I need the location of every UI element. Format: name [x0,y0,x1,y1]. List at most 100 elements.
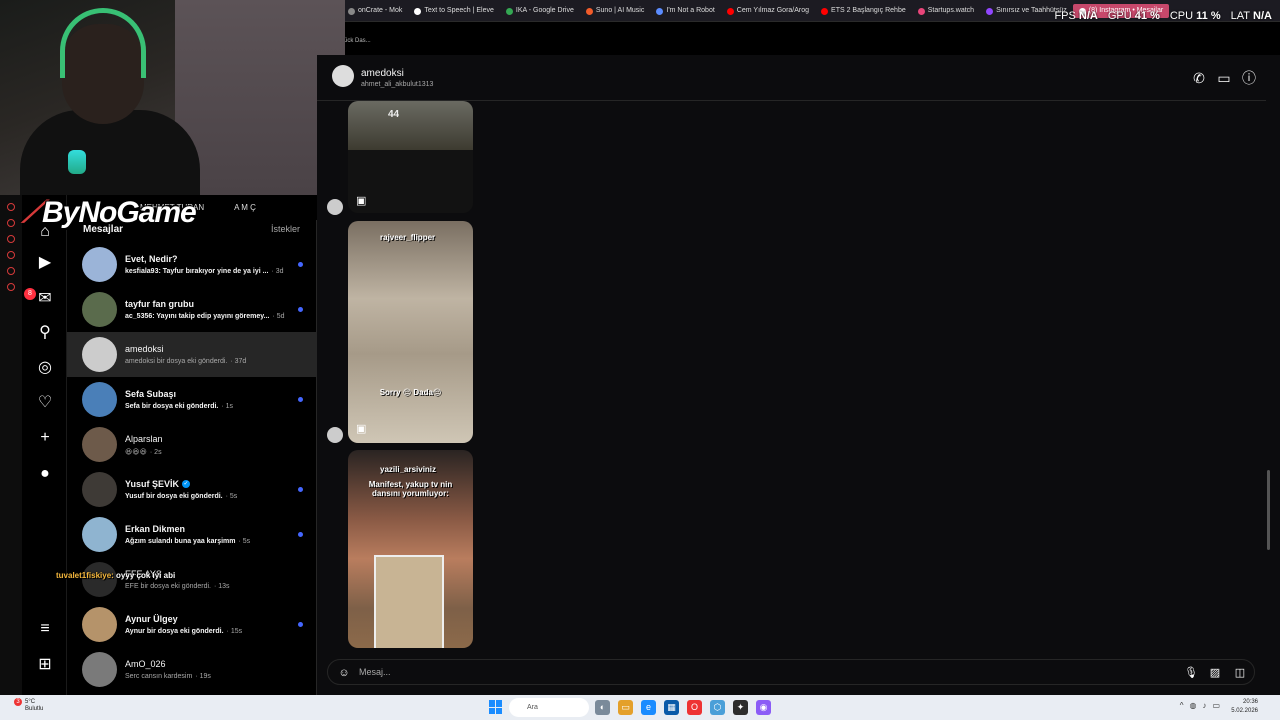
gallery-icon[interactable]: ▨ [1207,665,1223,681]
conversation-item[interactable]: amedoksi amedoksi bir dosya eki gönderdi.… [67,332,317,377]
conversation-text: Sefa Subaşı Sefa bir dosya eki gönderdi. ·… [125,389,233,410]
messages-icon[interactable]: ✉ [36,290,54,308]
bookmark-item[interactable]: Kick Das... [342,38,371,44]
avatar[interactable] [332,65,354,87]
conversation-item[interactable]: tayfur fan grubu ac_5356: Yayını takip ed… [67,287,317,332]
sidebar-app-icon[interactable] [7,219,15,227]
scrollbar-thumb[interactable] [1267,470,1270,550]
browser-tab[interactable]: I'm Not a Robot [650,4,720,18]
preview-text: Sefa bir dosya eki gönderdi. [125,403,219,410]
volume-icon[interactable]: ♪ [1202,701,1206,710]
conversation-preview: Sefa bir dosya eki gönderdi. · 1s [125,403,233,410]
taskbar-app-icon[interactable]: ✦ [733,700,748,715]
favicon-icon [414,7,422,15]
network-icon[interactable]: ◍ [1189,701,1196,710]
browser-tab[interactable]: ETS 2 Başlangıç Rehbe [815,4,912,18]
explore-icon[interactable]: ◎ [36,359,54,377]
conversation-preview: Serc cansın kardesim · 19s [125,673,211,680]
conversation-time: · 5s [225,493,238,500]
edge-icon[interactable]: e [641,700,656,715]
menu-icon[interactable]: ≡ [36,620,54,638]
taskbar-app-icon[interactable]: ⬡ [710,700,725,715]
create-icon[interactable]: + [36,429,54,447]
sticker-icon[interactable]: ◫ [1232,665,1248,681]
conversation-panel: Mesajlar İstekler Evet, Nedir? kesfiala93… [67,220,317,695]
conversation-name: Yusuf ŞEVİK ✓ [125,479,237,489]
gpu-stat: GPU 41 % [1107,10,1160,22]
conversation-preview: ac_5356: Yayını takip edip yayını göreme… [125,313,285,320]
chat-contact-username: ahmet_ali_akbulut1313 [361,81,434,88]
favicon-icon [986,7,994,15]
heart-icon[interactable]: ♡ [36,394,54,412]
scrollbar[interactable] [1266,55,1280,695]
favicon-icon [917,7,925,15]
conversation-item[interactable]: Erkan Dikmen Ağzım sulandı buna yaa karşi… [67,512,317,557]
conversation-item[interactable]: Alparslan 😆😆😆 · 2s [67,422,317,467]
preview-text: EFE bir dosya eki gönderdi. [125,583,211,590]
conversation-item[interactable]: Aynur Ülgey Aynur bir dosya eki gönderdi.… [67,602,317,647]
message-input[interactable]: Mesaj... [359,667,391,677]
video-call-icon[interactable]: ▭ [1215,69,1233,87]
conversation-text: Aynur Ülgey Aynur bir dosya eki gönderdi.… [125,614,242,635]
taskbar-app-icon[interactable]: ◉ [756,700,771,715]
tab-label: onCrate - Mok [358,7,403,14]
tab-label: Cem Yılmaz Gora/Arog [736,7,810,14]
conversation-item[interactable]: Sefa Subaşı Sefa bir dosya eki gönderdi. ·… [67,377,317,422]
browser-tab[interactable]: IKA - Google Drive [500,4,580,18]
tab-label: Startups.watch [927,7,975,14]
avatar [82,382,117,417]
conversation-item[interactable]: Yusuf ŞEVİK ✓ Yusuf bir dosya eki gönderdi… [67,467,317,512]
instagram-nav: ⌂ ▶ ✉ ⚲ ◎ ♡ + ● ≡ ⊞ [22,195,67,695]
info-icon[interactable]: ⓘ [1240,69,1258,87]
tab-label: Text to Speech | Eleve [424,7,494,14]
reels-icon[interactable]: ▶ [36,254,54,272]
browser-tab[interactable]: Text to Speech | Eleve [408,4,500,18]
unread-dot [298,307,303,312]
browser-tab[interactable]: onCrate - Mok [342,4,408,18]
search-icon[interactable]: ⚲ [36,324,54,342]
taskbar-app-icon[interactable]: ◐ [595,700,610,715]
phone-icon[interactable]: ✆ [1190,69,1208,87]
conversation-name-text: amedoksi [125,344,164,354]
reel-author: rajveer_flipper [380,233,436,242]
sidebar-app-icon[interactable] [7,251,15,259]
microphone-icon[interactable]: 🎙 [1183,665,1199,681]
chevron-up-icon[interactable]: ^ [1180,701,1184,710]
reel-message[interactable]: rajveer_flipper Sorry 😔 Dada😔 [348,221,473,443]
conversation-time: · 5d [272,313,285,320]
emoji-icon[interactable]: ☺ [336,665,352,681]
windows-start-icon[interactable] [489,700,503,714]
sidebar-app-icon[interactable] [7,267,15,275]
favicon-icon [656,7,664,15]
sidebar-app-icon[interactable] [7,283,15,291]
profile-icon[interactable]: ● [36,465,54,483]
reel-author: yazili_arsiviniz [380,465,437,474]
chat-contact-name[interactable]: amedoksi [361,68,404,79]
sidebar-app-icon[interactable] [7,235,15,243]
battery-icon[interactable]: ▭ [1212,701,1220,710]
threads-icon[interactable]: ⊞ [36,656,54,674]
message-input-bar[interactable]: ☺ Mesaj... 🎙 ▨ ◫ [327,659,1255,685]
conversation-text: AmO_026 Serc cansın kardesim · 19s [125,659,211,680]
reel-message[interactable]: yazili_arsiviniz Manifest, yakup tv nin … [348,450,473,648]
sidebar-app-icon[interactable] [7,203,15,211]
conversation-time: · 2s [149,448,162,456]
avatar [327,427,343,443]
store-icon[interactable]: ▦ [664,700,679,715]
browser-tab[interactable]: Cem Yılmaz Gora/Arog [721,4,815,18]
verified-icon: ✓ [182,480,191,488]
taskbar-search[interactable]: Ara [509,698,589,717]
browser-tab[interactable]: Startups.watch [912,4,980,18]
story-label[interactable]: A M Ç [234,203,256,212]
opera-icon[interactable]: O [687,700,702,715]
browser-tab[interactable]: Suno | AI Music [580,4,651,18]
taskbar-clock[interactable]: 20:36 5.02.2026 [1231,698,1258,716]
performance-overlay: FPS N/A GPU 41 % CPU 11 % LAT N/A [1054,10,1272,22]
conversation-name: Sefa Subaşı [125,389,233,399]
folder-icon[interactable]: ▭ [618,700,633,715]
requests-link[interactable]: İstekler [271,224,300,234]
conversation-item[interactable]: AmO_026 Serc cansın kardesim · 19s [67,647,317,692]
conversation-item[interactable]: Evet, Nedir? kesfiala93: Tayfur bırakıyor… [67,242,317,287]
chat-header: amedoksi ahmet_ali_akbulut1313 ✆ ▭ ⓘ [317,55,1266,101]
weather-widget[interactable]: 5°C Bulutlu [25,699,43,713]
